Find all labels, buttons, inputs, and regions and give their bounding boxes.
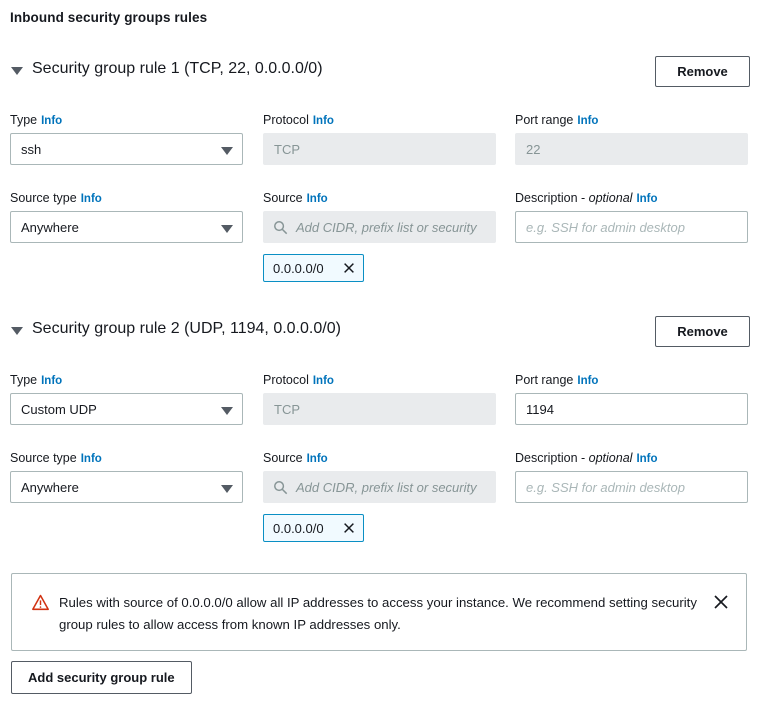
description-input[interactable] bbox=[515, 471, 748, 503]
type-label: Type Info bbox=[10, 373, 63, 387]
description-field-group: Description - optional Info bbox=[515, 190, 748, 243]
description-field-group: Description - optional Info bbox=[515, 450, 748, 503]
source-token-label: 0.0.0.0/0 bbox=[273, 520, 324, 536]
source-search-input[interactable]: Add CIDR, prefix list or security bbox=[263, 471, 496, 503]
protocol-label: Protocol Info bbox=[263, 113, 334, 127]
rule-fields-row-2: Source type Info Anywhere Source Info Add … bbox=[0, 450, 766, 528]
security-group-rule-1: Security group rule 1 (TCP, 22, 0.0.0.0/… bbox=[0, 56, 766, 282]
rule-title: Security group rule 2 (UDP, 1194, 0.0.0.… bbox=[32, 320, 341, 337]
port-range-readonly-field: 22 bbox=[515, 133, 748, 165]
info-link[interactable]: Info bbox=[313, 115, 334, 127]
close-icon[interactable] bbox=[341, 260, 357, 276]
rule-header: Security group rule 1 (TCP, 22, 0.0.0.0/… bbox=[0, 56, 766, 92]
description-input[interactable] bbox=[515, 211, 748, 243]
inbound-security-group-rules-panel: Inbound security groups rules Security g… bbox=[0, 0, 766, 707]
info-link[interactable]: Info bbox=[636, 453, 657, 465]
port-range-field-group: Port range Info 1194 bbox=[515, 372, 748, 425]
source-type-select-value: Anywhere bbox=[21, 479, 79, 495]
search-icon bbox=[274, 221, 288, 235]
rule-fields-row-1: Type Info ssh Protocol Info TCP Port range… bbox=[0, 112, 766, 190]
protocol-value: TCP bbox=[274, 401, 300, 417]
page-title: Inbound security groups rules bbox=[10, 10, 208, 25]
info-link[interactable]: Info bbox=[577, 375, 598, 387]
source-search-input[interactable]: Add CIDR, prefix list or security bbox=[263, 211, 496, 243]
port-range-field-group: Port range Info 22 bbox=[515, 112, 748, 165]
info-link[interactable]: Info bbox=[307, 453, 328, 465]
source-placeholder: Add CIDR, prefix list or security bbox=[296, 479, 477, 495]
source-type-field-group: Source type Info Anywhere bbox=[10, 450, 243, 503]
protocol-value: TCP bbox=[274, 141, 300, 157]
warning-triangle-icon bbox=[32, 594, 49, 611]
protocol-readonly-field: TCP bbox=[263, 393, 496, 425]
port-range-label: Port range Info bbox=[515, 373, 599, 387]
source-field-group: Source Info Add CIDR, prefix list or secu… bbox=[263, 450, 496, 503]
type-field-group: Type Info ssh bbox=[10, 112, 243, 165]
chevron-down-icon[interactable] bbox=[11, 327, 23, 335]
chevron-down-icon bbox=[221, 147, 233, 155]
remove-rule-button[interactable]: Remove bbox=[655, 56, 750, 87]
source-label: Source Info bbox=[263, 451, 328, 465]
warning-alert: Rules with source of 0.0.0.0/0 allow all… bbox=[11, 573, 747, 651]
add-security-group-rule-button[interactable]: Add security group rule bbox=[11, 661, 192, 694]
source-type-label: Source type Info bbox=[10, 451, 102, 465]
rule-title: Security group rule 1 (TCP, 22, 0.0.0.0/… bbox=[32, 60, 323, 77]
info-link[interactable]: Info bbox=[577, 115, 598, 127]
protocol-readonly-field: TCP bbox=[263, 133, 496, 165]
info-link[interactable]: Info bbox=[636, 193, 657, 205]
rule-fields-row-2: Source type Info Anywhere Source Info Add … bbox=[0, 190, 766, 268]
info-link[interactable]: Info bbox=[81, 193, 102, 205]
source-type-select-value: Anywhere bbox=[21, 219, 79, 235]
type-field-group: Type Info Custom UDP bbox=[10, 372, 243, 425]
source-type-field-group: Source type Info Anywhere bbox=[10, 190, 243, 243]
type-label: Type Info bbox=[10, 113, 63, 127]
chevron-down-icon[interactable] bbox=[11, 67, 23, 75]
info-link[interactable]: Info bbox=[41, 115, 62, 127]
type-select[interactable]: Custom UDP bbox=[10, 393, 243, 425]
close-icon[interactable] bbox=[712, 593, 730, 611]
source-type-select[interactable]: Anywhere bbox=[10, 471, 243, 503]
source-field-group: Source Info Add CIDR, prefix list or secu… bbox=[263, 190, 496, 243]
chevron-down-icon bbox=[221, 225, 233, 233]
chevron-down-icon bbox=[221, 407, 233, 415]
protocol-label: Protocol Info bbox=[263, 373, 334, 387]
port-range-value: 22 bbox=[526, 141, 541, 157]
port-range-label: Port range Info bbox=[515, 113, 599, 127]
port-range-input[interactable]: 1194 bbox=[515, 393, 748, 425]
rule-header: Security group rule 2 (UDP, 1194, 0.0.0.… bbox=[0, 316, 766, 352]
info-link[interactable]: Info bbox=[41, 375, 62, 387]
info-link[interactable]: Info bbox=[307, 193, 328, 205]
port-range-value: 1194 bbox=[526, 401, 554, 417]
source-label: Source Info bbox=[263, 191, 328, 205]
source-placeholder: Add CIDR, prefix list or security bbox=[296, 219, 477, 235]
search-icon bbox=[274, 481, 288, 495]
remove-rule-button[interactable]: Remove bbox=[655, 316, 750, 347]
source-type-label: Source type Info bbox=[10, 191, 102, 205]
type-select[interactable]: ssh bbox=[10, 133, 243, 165]
type-select-value: Custom UDP bbox=[21, 401, 97, 417]
type-select-value: ssh bbox=[21, 141, 42, 157]
description-label: Description - optional Info bbox=[515, 191, 658, 205]
source-type-select[interactable]: Anywhere bbox=[10, 211, 243, 243]
rule-fields-row-1: Type Info Custom UDP Protocol Info TCP Por… bbox=[0, 372, 766, 450]
description-label: Description - optional Info bbox=[515, 451, 658, 465]
info-link[interactable]: Info bbox=[81, 453, 102, 465]
warning-alert-message: Rules with source of 0.0.0.0/0 allow all… bbox=[59, 595, 697, 632]
source-token-label: 0.0.0.0/0 bbox=[273, 260, 324, 276]
close-icon[interactable] bbox=[341, 520, 357, 536]
chevron-down-icon bbox=[221, 485, 233, 493]
source-token-chip[interactable]: 0.0.0.0/0 bbox=[263, 254, 364, 282]
info-link[interactable]: Info bbox=[313, 375, 334, 387]
source-token-chip[interactable]: 0.0.0.0/0 bbox=[263, 514, 364, 542]
security-group-rule-2: Security group rule 2 (UDP, 1194, 0.0.0.… bbox=[0, 316, 766, 542]
protocol-field-group: Protocol Info TCP bbox=[263, 372, 496, 425]
protocol-field-group: Protocol Info TCP bbox=[263, 112, 496, 165]
